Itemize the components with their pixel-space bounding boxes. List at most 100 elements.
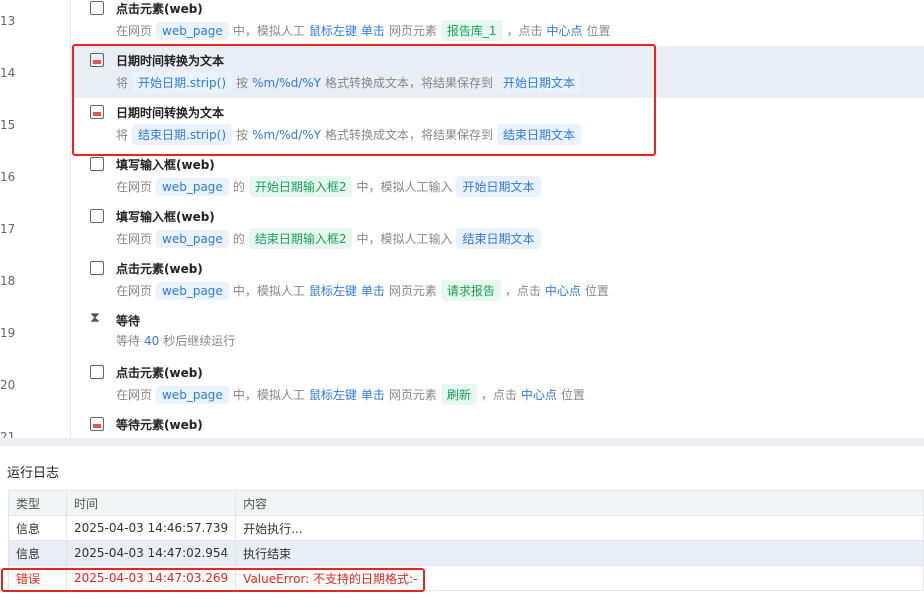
desc-text: 位置 [586, 24, 611, 38]
step-description: 将结束日期.strip() 按 %m/%d/%Y 格式转换成文本，将结果保存到 结束日期… [116, 124, 585, 145]
element-chip[interactable]: 报告库_1 [440, 20, 503, 41]
log-time: 2025-04-03 14:47:02.954 [65, 540, 237, 566]
keyword-text: 鼠标左键 [308, 284, 357, 298]
flow-editor: 13 点击元素(web) 在网页 web_page 中，模拟人工 鼠标左键 单击 网页元素 报告… [0, 0, 924, 438]
desc-text: 按 [236, 128, 249, 142]
desc-text: 中，模拟人工输入 [356, 232, 453, 246]
keyword-text: 40 [144, 333, 160, 348]
log-row[interactable]: 信息 2025-04-03 14:47:02.954 执行结束 [8, 540, 924, 566]
variable-chip[interactable]: web_page [156, 385, 229, 404]
keyword-text: 中心点 [546, 24, 583, 38]
keyword-text: 单击 [360, 388, 385, 402]
log-type: 信息 [8, 515, 67, 541]
line-number: 19 [0, 326, 16, 340]
step-title: 填写输入框(web) [116, 158, 215, 172]
highlight-box-error-row [1, 568, 425, 592]
variable-chip[interactable]: 结束日期.strip() [132, 124, 233, 145]
step-title: 等待元素(web) [116, 418, 203, 432]
desc-text: 在网页 [116, 24, 153, 38]
desc-text: 格式转换成文本，将结果保存到 [325, 128, 494, 142]
calendar-icon [90, 105, 104, 119]
line-number: 15 [0, 118, 16, 132]
log-content: 开始执行... [235, 515, 924, 541]
desc-text: 将 [116, 76, 129, 90]
line-number: 17 [0, 222, 16, 236]
keyword-text: 中心点 [544, 284, 581, 298]
desc-text: 在网页 [116, 232, 153, 246]
desc-text: ，点击 [480, 388, 517, 402]
element-chip[interactable]: 请求报告 [440, 280, 501, 301]
desc-text: 网页元素 [388, 24, 437, 38]
variable-chip[interactable]: 开始日期文本 [456, 176, 541, 197]
desc-text: 在网页 [116, 388, 153, 402]
keyword-text: 鼠标左键 [308, 24, 357, 38]
variable-chip[interactable]: web_page [156, 177, 229, 196]
line-number: 14 [0, 66, 16, 80]
desc-text: 等待 [116, 334, 141, 348]
step-title: 点击元素(web) [116, 366, 203, 380]
keyword-text: 单击 [360, 24, 385, 38]
desc-text: 的 [232, 180, 245, 194]
step-row[interactable]: 21 等待元素(web) [0, 410, 924, 438]
log-panel-title: 运行日志 [7, 466, 60, 481]
step-row[interactable]: 13 点击元素(web) 在网页 web_page 中，模拟人工 鼠标左键 单击 网页元素 报告… [0, 0, 924, 46]
log-row[interactable]: 信息 2025-04-03 14:46:57.739 开始执行... [8, 515, 924, 541]
step-row[interactable]: 17 填写输入框(web) 在网页 web_page 的结束日期输入框2 中，模拟人工输入… [0, 202, 924, 254]
wait-element-icon [90, 417, 104, 431]
line-number: 13 [0, 14, 16, 28]
step-title: 等待 [116, 314, 141, 328]
desc-text: 在网页 [116, 284, 153, 298]
line-number: 21 [0, 430, 16, 438]
column-content: 内容 [235, 490, 924, 516]
keyword-text: 中心点 [520, 388, 557, 402]
log-table-header: 类型 时间 内容 [8, 490, 924, 516]
element-chip[interactable]: 开始日期输入框2 [248, 176, 353, 197]
hourglass-icon: ⧗ [90, 310, 100, 326]
desc-text: 秒后继续运行 [163, 334, 236, 348]
step-row[interactable]: 15 日期时间转换为文本将结束日期.strip() 按 %m/%d/%Y 格式转换成文本… [0, 98, 924, 150]
line-number: 18 [0, 274, 16, 288]
desc-text: ，点击 [506, 24, 543, 38]
step-description: 在网页 web_page 中，模拟人工 鼠标左键 单击 网页元素 请求报告 ，点击 中心点 位置 [116, 280, 613, 301]
step-row[interactable]: 20 点击元素(web) 在网页 web_page 中，模拟人工 鼠标左键 单击 网页元素 刷新… [0, 358, 924, 410]
step-title: 日期时间转换为文本 [116, 54, 225, 68]
desc-text: 将 [116, 128, 129, 142]
variable-chip[interactable]: 结束日期文本 [456, 228, 541, 249]
keyword-text: %m/%d/%Y [252, 75, 321, 90]
element-chip[interactable]: 结束日期输入框2 [248, 228, 353, 249]
element-chip[interactable]: 刷新 [440, 384, 477, 405]
step-row[interactable]: 16 填写输入框(web) 在网页 web_page 的开始日期输入框2 中，模拟人工输入… [0, 150, 924, 202]
variable-chip[interactable]: web_page [156, 229, 229, 248]
desc-text: 格式转换成文本，将结果保存到 [325, 76, 494, 90]
column-type: 类型 [8, 490, 67, 516]
step-description: 在网页 web_page 中，模拟人工 鼠标左键 单击 网页元素 刷新 ，点击 中心点 位置 [116, 384, 589, 405]
click-icon [90, 365, 104, 379]
desc-text: 的 [232, 232, 245, 246]
click-icon [90, 1, 104, 15]
step-row[interactable]: 19 ⧗ 等待 等待 40 秒后继续运行 [0, 306, 924, 358]
step-title: 点击元素(web) [116, 262, 203, 276]
desc-text: 中，模拟人工 [232, 24, 305, 38]
step-description: 将开始日期.strip() 按 %m/%d/%Y 格式转换成文本，将结果保存到 开始日期… [116, 72, 585, 93]
desc-text: 网页元素 [388, 388, 437, 402]
desc-text: 位置 [560, 388, 585, 402]
step-description: 在网页 web_page 中，模拟人工 鼠标左键 单击 网页元素 报告库_1 ，点击 中心点 位置 [116, 20, 615, 41]
variable-chip[interactable]: 开始日期文本 [497, 72, 582, 93]
keyword-text: %m/%d/%Y [252, 127, 321, 142]
log-type: 信息 [8, 540, 67, 566]
desc-text: 中，模拟人工 [232, 284, 305, 298]
step-row[interactable]: 18 点击元素(web) 在网页 web_page 中，模拟人工 鼠标左键 单击 网页元素 请求… [0, 254, 924, 306]
line-number: 16 [0, 170, 16, 184]
variable-chip[interactable]: 开始日期.strip() [132, 72, 233, 93]
line-number: 20 [0, 378, 16, 392]
step-description: 在网页 web_page 的结束日期输入框2 中，模拟人工输入 结束日期文本 [116, 228, 545, 249]
variable-chip[interactable]: web_page [156, 21, 229, 40]
step-title: 日期时间转换为文本 [116, 106, 225, 120]
step-row[interactable]: 14 日期时间转换为文本将开始日期.strip() 按 %m/%d/%Y 格式转换成文本… [0, 46, 924, 98]
desc-text: 中，模拟人工 [232, 388, 305, 402]
log-time: 2025-04-03 14:46:57.739 [65, 515, 237, 541]
desc-text: 位置 [584, 284, 609, 298]
variable-chip[interactable]: 结束日期文本 [497, 124, 582, 145]
panel-splitter[interactable] [0, 438, 924, 446]
variable-chip[interactable]: web_page [156, 281, 229, 300]
